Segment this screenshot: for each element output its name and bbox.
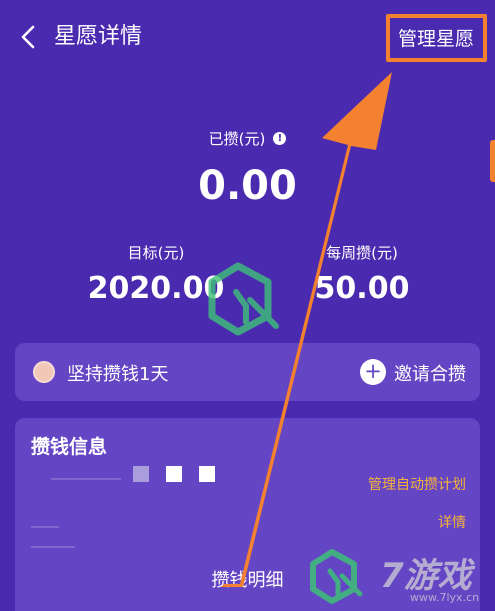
savings-info-title: 攒钱信息 [31,436,108,458]
progress-square [166,466,182,482]
watermark-text: 7游戏 [380,556,472,596]
weekly-stat: 每周攒(元) 50.00 [262,242,462,306]
avatar [33,361,55,383]
saved-label-text: 已攒(元) [208,130,266,148]
weekly-label: 每周攒(元) [326,244,398,262]
streak-bar: 坚持攒钱1天 + 邀请合攒 [15,343,480,401]
manage-auto-save-plan-link[interactable]: 管理自动攒计划 [368,474,466,494]
back-icon[interactable] [14,22,44,52]
detail-link[interactable]: 详情 [438,512,466,532]
blurred-text-line [51,478,121,480]
info-icon[interactable]: ! [273,132,287,145]
goal-value: 2020.00 [87,271,225,306]
streak-text: 坚持攒钱1天 [67,364,169,385]
plus-icon[interactable]: + [360,359,386,385]
invite-button[interactable]: 邀请合攒 [394,360,466,386]
manage-highlight-box: 管理星愿 [386,14,487,62]
progress-square [199,466,215,482]
header: 星愿详情 管理星愿 [0,0,495,78]
page-title: 星愿详情 [54,24,143,49]
side-tab[interactable] [490,140,495,182]
watermark-site: www.7lyx.cn [410,591,480,604]
blurred-text-line [31,546,75,548]
saved-amount-value: 0.00 [198,163,297,209]
blurred-text-line [31,526,59,528]
progress-square-dim [133,466,149,482]
manage-wish-button[interactable]: 管理星愿 [398,26,474,52]
goal-label: 目标(元) [127,244,185,262]
goal-stat: 目标(元) 2020.00 [56,242,256,306]
saved-amount-label: 已攒(元)! [0,128,495,149]
weekly-value: 50.00 [314,271,410,306]
